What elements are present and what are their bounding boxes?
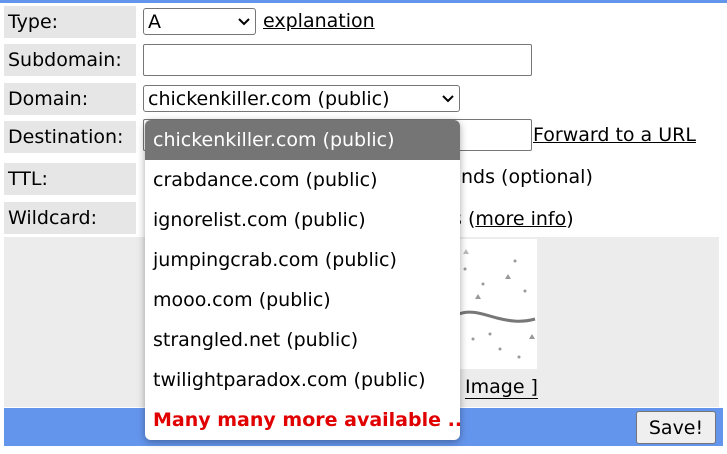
dropdown-option-chickenkiller[interactable]: chickenkiller.com (public) bbox=[145, 120, 460, 160]
dropdown-option-mooo[interactable]: mooo.com (public) bbox=[145, 280, 460, 320]
forward-url-link[interactable]: Forward to a URL bbox=[533, 124, 696, 146]
type-select-value: A bbox=[148, 10, 161, 33]
destination-label: Destination: bbox=[4, 121, 136, 153]
domain-label: Domain: bbox=[4, 83, 136, 115]
dropdown-option-jumpingcrab[interactable]: jumpingcrab.com (public) bbox=[145, 240, 460, 280]
dropdown-option-strangled[interactable]: strangled.net (public) bbox=[145, 320, 460, 360]
dropdown-option-crabdance[interactable]: crabdance.com (public) bbox=[145, 160, 460, 200]
wildcard-suffix-close: ) bbox=[566, 208, 574, 230]
domain-select-value: chickenkiller.com (public) bbox=[148, 87, 390, 110]
chevron-down-icon bbox=[238, 17, 250, 25]
dropdown-option-more[interactable]: Many many more available ... bbox=[145, 400, 460, 440]
dropdown-option-twilightparadox[interactable]: twilightparadox.com (public) bbox=[145, 360, 460, 400]
explanation-link[interactable]: explanation bbox=[263, 10, 375, 32]
more-info-link[interactable]: more info bbox=[475, 208, 566, 230]
wildcard-label: Wildcard: bbox=[4, 202, 136, 234]
chevron-down-icon bbox=[442, 94, 454, 102]
domain-select[interactable]: chickenkiller.com (public) bbox=[143, 85, 460, 112]
save-button[interactable]: Save! bbox=[636, 411, 716, 444]
subdomain-input[interactable] bbox=[143, 44, 532, 76]
domain-dropdown-list: chickenkiller.com (public) crabdance.com… bbox=[145, 120, 460, 440]
captcha-image bbox=[455, 239, 537, 369]
dropdown-option-ignorelist[interactable]: ignorelist.com (public) bbox=[145, 200, 460, 240]
ttl-suffix-text: nds (optional) bbox=[461, 166, 593, 188]
type-label: Type: bbox=[4, 6, 136, 38]
subdomain-label: Subdomain: bbox=[4, 44, 136, 76]
type-select[interactable]: A bbox=[143, 8, 256, 35]
top-accent-bar bbox=[0, 0, 727, 3]
ttl-label: TTL: bbox=[4, 163, 136, 195]
new-image-link[interactable]: Image ] bbox=[465, 376, 538, 399]
